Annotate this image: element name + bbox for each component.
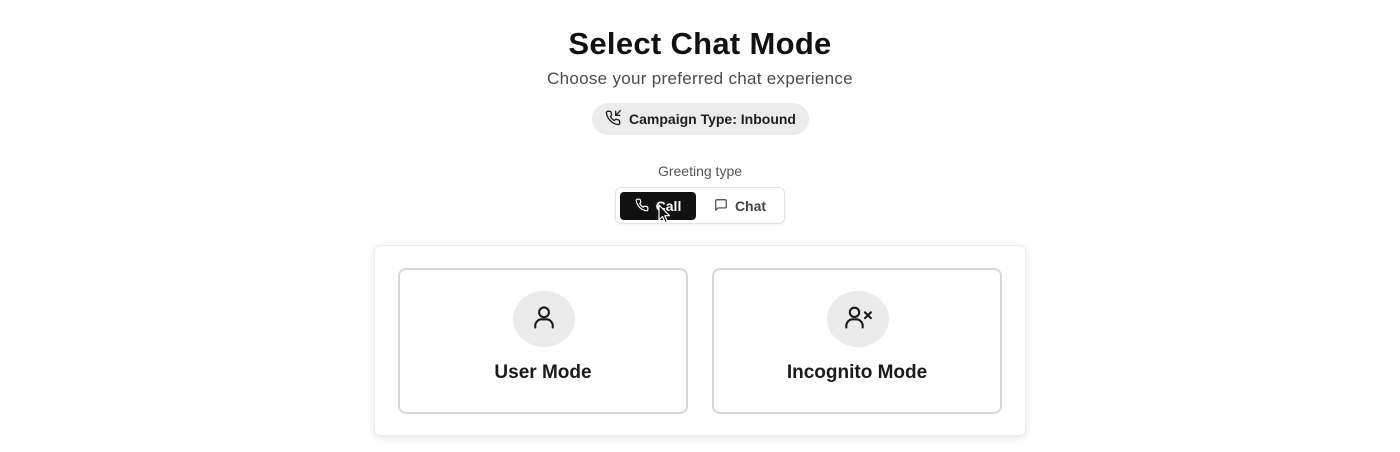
- incognito-mode-label: Incognito Mode: [786, 362, 928, 383]
- mouse-cursor-icon: [658, 204, 671, 224]
- user-mode-card[interactable]: User Mode: [398, 268, 688, 414]
- user-x-icon: [844, 303, 872, 336]
- message-square-icon: [714, 198, 728, 215]
- greeting-type-label: Greeting type: [657, 163, 743, 179]
- campaign-type-label: Campaign Type: Inbound: [629, 111, 796, 127]
- chat-mode-page: Select Chat Mode Choose your preferred c…: [0, 0, 1400, 452]
- greeting-chat-label: Chat: [734, 198, 767, 214]
- campaign-type-badge: Campaign Type: Inbound: [592, 103, 809, 135]
- incognito-mode-icon-circle: [827, 291, 889, 347]
- greeting-type-toggle: Call Chat: [615, 187, 785, 224]
- phone-incoming-icon: [605, 109, 622, 129]
- page-title: Select Chat Mode: [568, 26, 832, 61]
- phone-icon: [635, 198, 649, 215]
- user-mode-label: User Mode: [494, 362, 592, 383]
- greeting-chat-button[interactable]: Chat: [700, 192, 780, 220]
- mode-selection-panel: User Mode Incognito Mode: [374, 245, 1026, 436]
- incognito-mode-card[interactable]: Incognito Mode: [712, 268, 1002, 414]
- page-subtitle: Choose your preferred chat experience: [547, 69, 853, 88]
- user-mode-icon-circle: [513, 291, 575, 347]
- user-icon: [530, 303, 558, 336]
